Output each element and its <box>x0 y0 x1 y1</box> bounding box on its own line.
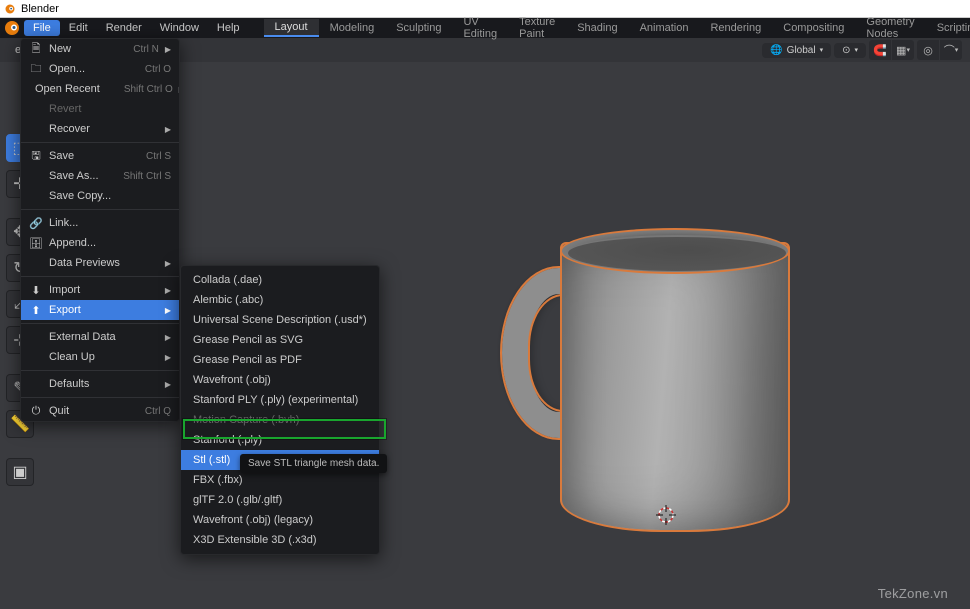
folder-icon: 🗀 <box>29 60 43 79</box>
tab-compositing[interactable]: Compositing <box>772 20 855 36</box>
menu-render[interactable]: Render <box>97 20 151 36</box>
tab-modeling[interactable]: Modeling <box>319 20 386 36</box>
export-motion-capture-bvh: Motion Capture (.bvh) <box>181 410 379 430</box>
chevron-right-icon: ▶ <box>165 286 171 295</box>
export-gltf-2-0-glb-gltf[interactable]: glTF 2.0 (.glb/.gltf) <box>181 490 379 510</box>
pivot-icon: ⊙ <box>842 45 850 56</box>
tooltip: Save STL triangle mesh data. <box>240 454 387 473</box>
menu-edit[interactable]: Edit <box>60 20 97 36</box>
file-menu-import[interactable]: ⬇Import▶ <box>21 280 179 300</box>
export-wavefront-obj[interactable]: Wavefront (.obj) <box>181 370 379 390</box>
curve-icon: ⌒ <box>944 42 955 58</box>
menu-separator <box>21 323 179 324</box>
menu-bar: File Edit Render Window Help Layout Mode… <box>0 18 970 38</box>
cube-icon: ▣ <box>12 462 27 482</box>
tab-uv-editing[interactable]: UV Editing <box>452 14 508 42</box>
link-icon: 🔗 <box>29 217 43 230</box>
file-menu-open[interactable]: 🗀Open...Ctrl O <box>21 59 179 79</box>
3d-cursor-icon <box>655 504 677 526</box>
menu-separator <box>21 397 179 398</box>
tab-layout[interactable]: Layout <box>264 19 319 37</box>
menu-separator <box>21 209 179 210</box>
append-icon: 🗄 <box>29 237 43 250</box>
file-menu-recover[interactable]: Recover▶ <box>21 119 179 139</box>
export-x3d-extensible-3d-x3d[interactable]: X3D Extensible 3D (.x3d) <box>181 530 379 550</box>
window-title: Blender <box>21 3 59 15</box>
file-menu-open-recent[interactable]: Open RecentShift Ctrl O▶ <box>21 79 179 99</box>
export-universal-scene-description-usd[interactable]: Universal Scene Description (.usd*) <box>181 310 379 330</box>
3d-object-mug[interactable] <box>560 242 790 542</box>
menu-separator <box>21 370 179 371</box>
tab-geometry-nodes[interactable]: Geometry Nodes <box>855 14 925 42</box>
menu-separator <box>21 142 179 143</box>
snap-dropdown[interactable]: ▦▾ <box>892 40 914 60</box>
file-menu-link[interactable]: 🔗Link... <box>21 213 179 233</box>
mug-rim <box>560 228 790 274</box>
doc-icon: 🗎 <box>29 40 43 59</box>
file-menu-export[interactable]: ⬆Export▶ <box>21 300 179 320</box>
chevron-right-icon: ▶ <box>165 333 171 342</box>
export-grease-pencil-as-pdf[interactable]: Grease Pencil as PDF <box>181 350 379 370</box>
file-menu-quit[interactable]: ⏻QuitCtrl Q <box>21 401 179 421</box>
file-menu-revert: Revert <box>21 99 179 119</box>
file-menu-dropdown: 🗎NewCtrl N▶🗀Open...Ctrl OOpen RecentShif… <box>20 38 180 422</box>
export-stanford-ply[interactable]: Stanford (.ply) <box>181 430 379 450</box>
tab-scripting[interactable]: Scripting <box>926 20 970 36</box>
file-menu-data-previews[interactable]: Data Previews▶ <box>21 253 179 273</box>
file-menu-defaults[interactable]: Defaults▶ <box>21 374 179 394</box>
save-icon: 🖫 <box>29 147 43 166</box>
transform-orientation-dropdown[interactable]: 🌐 Global ▾ <box>762 43 831 58</box>
menu-file[interactable]: File <box>24 20 60 36</box>
menu-help[interactable]: Help <box>208 20 249 36</box>
proportional-edit-toggle[interactable]: ◎ <box>917 40 939 60</box>
proportional-falloff-dropdown[interactable]: ⌒▾ <box>940 40 962 60</box>
menu-separator <box>21 276 179 277</box>
chevron-right-icon: ▶ <box>165 380 171 389</box>
tab-shading[interactable]: Shading <box>566 20 628 36</box>
export-wavefront-obj-legacy[interactable]: Wavefront (.obj) (legacy) <box>181 510 379 530</box>
export-alembic-abc[interactable]: Alembic (.abc) <box>181 290 379 310</box>
pivot-point-dropdown[interactable]: ⊙▾ <box>834 43 866 58</box>
grid-icon: ▦ <box>896 44 906 57</box>
chevron-right-icon: ▶ <box>165 306 171 315</box>
globe-icon: 🌐 <box>770 45 782 56</box>
tab-texture-paint[interactable]: Texture Paint <box>508 14 566 42</box>
tab-animation[interactable]: Animation <box>629 20 700 36</box>
tab-sculpting[interactable]: Sculpting <box>385 20 452 36</box>
snap-toggle[interactable]: 🧲 <box>869 40 891 60</box>
chevron-right-icon: ▶ <box>165 353 171 362</box>
workspace-tabs: Layout Modeling Sculpting UV Editing Tex… <box>264 18 970 38</box>
export-submenu: Collada (.dae)Alembic (.abc)Universal Sc… <box>180 265 380 555</box>
tool-add-primitive[interactable]: ▣ <box>6 458 34 486</box>
file-menu-save[interactable]: 🖫SaveCtrl S <box>21 146 179 166</box>
export-fbx-fbx[interactable]: FBX (.fbx) <box>181 470 379 490</box>
file-menu-save-copy[interactable]: Save Copy... <box>21 186 179 206</box>
file-menu-external-data[interactable]: External Data▶ <box>21 327 179 347</box>
menu-window[interactable]: Window <box>151 20 208 36</box>
chevron-right-icon: ▶ <box>179 85 180 94</box>
export-collada-dae[interactable]: Collada (.dae) <box>181 270 379 290</box>
import-icon: ⬇ <box>29 284 43 297</box>
file-menu-new[interactable]: 🗎NewCtrl N▶ <box>21 39 179 59</box>
chevron-right-icon: ▶ <box>165 45 171 54</box>
magnet-icon: 🧲 <box>873 44 887 57</box>
chevron-down-icon: ▾ <box>820 46 824 54</box>
blender-logo <box>4 19 20 37</box>
chevron-right-icon: ▶ <box>165 125 171 134</box>
export-grease-pencil-as-svg[interactable]: Grease Pencil as SVG <box>181 330 379 350</box>
mug-body <box>560 242 790 532</box>
export-icon: ⬆ <box>29 304 43 317</box>
file-menu-clean-up[interactable]: Clean Up▶ <box>21 347 179 367</box>
circle-icon: ◎ <box>923 44 933 57</box>
power-icon: ⏻ <box>29 405 43 418</box>
file-menu-append[interactable]: 🗄Append... <box>21 233 179 253</box>
file-menu-save-as[interactable]: Save As...Shift Ctrl S <box>21 166 179 186</box>
watermark: TekZone.vn <box>878 586 948 601</box>
blender-app-icon <box>4 3 16 15</box>
tab-rendering[interactable]: Rendering <box>699 20 772 36</box>
chevron-right-icon: ▶ <box>165 259 171 268</box>
export-stanford-ply-ply-experimental[interactable]: Stanford PLY (.ply) (experimental) <box>181 390 379 410</box>
